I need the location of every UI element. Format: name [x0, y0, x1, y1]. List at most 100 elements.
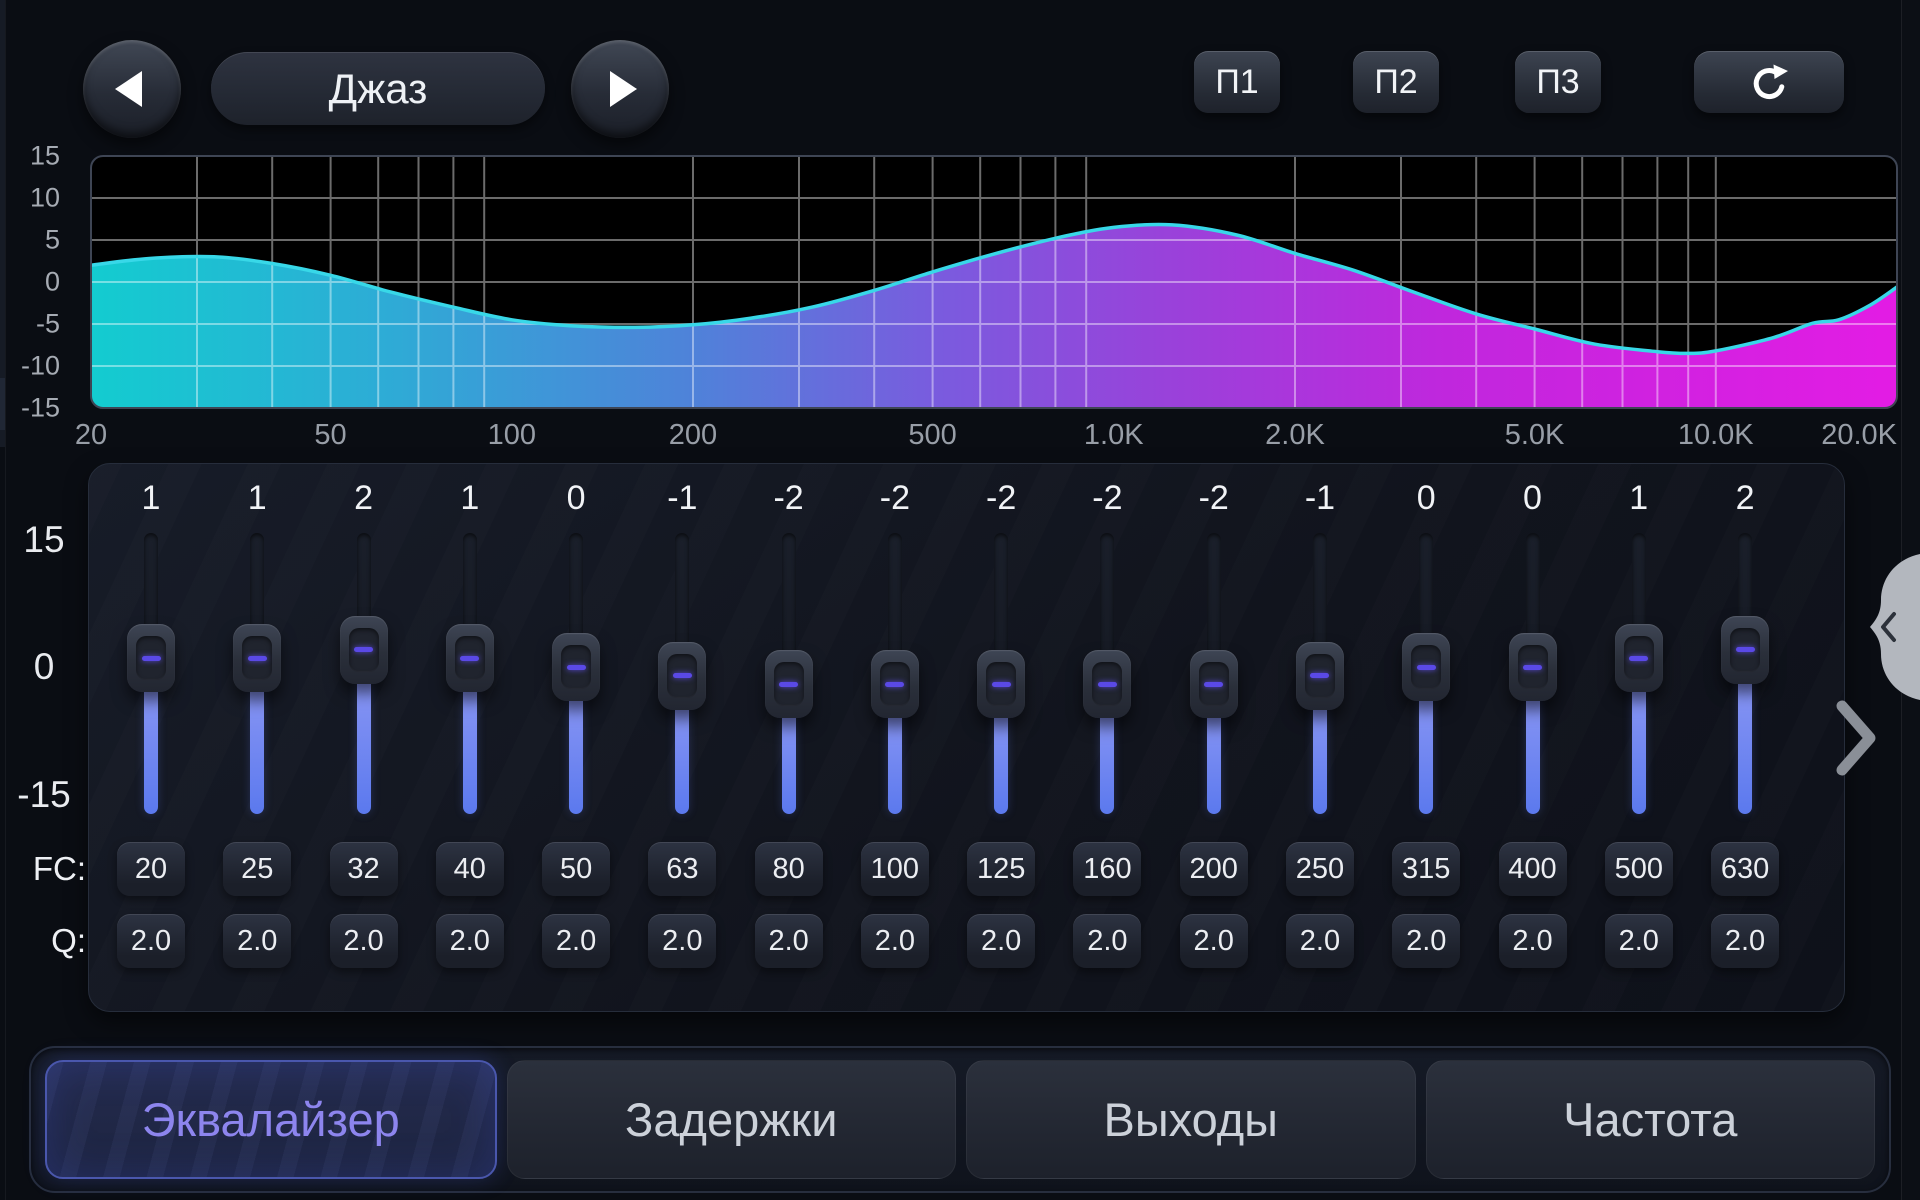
band-slider-thumb[interactable] — [1721, 616, 1769, 684]
band-slider-thumb[interactable] — [1615, 624, 1663, 692]
band-slider-thumb[interactable] — [1402, 633, 1450, 701]
slider-thumb-indicator-icon — [885, 682, 904, 687]
band-slider-thumb[interactable] — [1509, 633, 1557, 701]
band-q-button[interactable]: 2.0 — [648, 914, 716, 968]
band-q-button[interactable]: 2.0 — [967, 914, 1035, 968]
band-q-button[interactable]: 2.0 — [1605, 914, 1673, 968]
slider-thumb-indicator-icon — [779, 682, 798, 687]
band-slider-fill — [888, 706, 902, 814]
tab-frequency[interactable]: Частота — [1426, 1060, 1876, 1179]
band-slider-thumb[interactable] — [1083, 650, 1131, 718]
slider-thumb-face — [1518, 645, 1548, 689]
band-fc-button[interactable]: 315 — [1392, 842, 1460, 896]
y-tick-label: 0 — [0, 267, 60, 298]
tab-equalizer[interactable]: Эквалайзер — [45, 1060, 497, 1179]
band-slider-thumb[interactable] — [340, 616, 388, 684]
band-slider-thumb[interactable] — [658, 642, 706, 710]
eq-band-column: -2 100 2.0 — [842, 463, 948, 1012]
band-q-button[interactable]: 2.0 — [330, 914, 398, 968]
prev-preset-button[interactable] — [83, 40, 181, 138]
band-q-button[interactable]: 2.0 — [1073, 914, 1141, 968]
band-slider-thumb[interactable] — [233, 624, 281, 692]
band-slider-thumb[interactable] — [977, 650, 1025, 718]
band-fc-button[interactable]: 32 — [330, 842, 398, 896]
band-slider-thumb[interactable] — [446, 624, 494, 692]
band-fc-button[interactable]: 250 — [1286, 842, 1354, 896]
band-fc-button[interactable]: 500 — [1605, 842, 1673, 896]
eq-band-column: 0 50 2.0 — [523, 463, 629, 1012]
band-q-button[interactable]: 2.0 — [1180, 914, 1248, 968]
band-gain-value-label: -2 — [1161, 479, 1267, 518]
band-q-button[interactable]: 2.0 — [117, 914, 185, 968]
reset-button[interactable] — [1694, 51, 1844, 113]
eq-band-column: 1 40 2.0 — [417, 463, 523, 1012]
slider-axis-zero-label: 0 — [34, 646, 55, 688]
band-slider-thumb[interactable] — [765, 650, 813, 718]
band-slider-thumb[interactable] — [871, 650, 919, 718]
preset-memory-button-1[interactable]: П1 — [1194, 51, 1280, 113]
eq-band-column: -1 250 2.0 — [1267, 463, 1373, 1012]
band-fc-button[interactable]: 40 — [436, 842, 504, 896]
band-gain-value-label: -2 — [1054, 479, 1160, 518]
band-fc-button[interactable]: 125 — [967, 842, 1035, 896]
preset-memory-button-2[interactable]: П2 — [1353, 51, 1439, 113]
preset-memory-label: П2 — [1374, 63, 1417, 102]
band-q-button[interactable]: 2.0 — [223, 914, 291, 968]
band-q-button[interactable]: 2.0 — [1499, 914, 1567, 968]
side-panel-collapse-handle[interactable] — [1856, 552, 1920, 702]
eq-band-column: 1 20 2.0 — [98, 463, 204, 1012]
band-q-button[interactable]: 2.0 — [1392, 914, 1460, 968]
equalizer-screen: Джаз П1 П2 П3 151050-5-10-15 20501002005… — [0, 0, 1920, 1200]
band-fc-button[interactable]: 20 — [117, 842, 185, 896]
band-slider-thumb[interactable] — [1296, 642, 1344, 710]
band-fc-button[interactable]: 25 — [223, 842, 291, 896]
band-slider-thumb[interactable] — [552, 633, 600, 701]
slider-thumb-face — [986, 662, 1016, 706]
band-slider-fill — [1738, 672, 1752, 814]
next-page-chevron[interactable] — [1832, 696, 1880, 780]
band-fc-button[interactable]: 200 — [1180, 842, 1248, 896]
band-q-button[interactable]: 2.0 — [1286, 914, 1354, 968]
band-q-button[interactable]: 2.0 — [861, 914, 929, 968]
x-tick-label: 1.0K — [1084, 419, 1144, 452]
x-tick-label: 20 — [75, 419, 107, 452]
chart-x-axis: 20501002005001.0K2.0K5.0K10.0K20.0K — [90, 419, 1898, 455]
band-q-button[interactable]: 2.0 — [755, 914, 823, 968]
y-tick-label: 10 — [0, 183, 60, 214]
band-gain-value-label: -1 — [1267, 479, 1373, 518]
band-fc-button[interactable]: 160 — [1073, 842, 1141, 896]
band-slider-thumb[interactable] — [127, 624, 175, 692]
x-tick-label: 200 — [669, 419, 717, 452]
slider-thumb-indicator-icon — [673, 673, 692, 678]
band-q-button[interactable]: 2.0 — [1711, 914, 1779, 968]
y-tick-label: 15 — [0, 141, 60, 172]
preset-name-display[interactable]: Джаз — [211, 52, 545, 125]
slider-thumb-indicator-icon — [1523, 665, 1542, 670]
slider-thumb-indicator-icon — [1204, 682, 1223, 687]
band-gain-value-label: -2 — [736, 479, 842, 518]
preset-memory-button-3[interactable]: П3 — [1515, 51, 1601, 113]
band-q-button[interactable]: 2.0 — [542, 914, 610, 968]
arrow-right-icon — [610, 71, 637, 107]
band-gain-value-label: 2 — [1692, 479, 1798, 518]
next-preset-button[interactable] — [571, 40, 669, 138]
band-fc-button[interactable]: 50 — [542, 842, 610, 896]
tab-outputs[interactable]: Выходы — [966, 1060, 1416, 1179]
band-fc-button[interactable]: 400 — [1499, 842, 1567, 896]
band-fc-button[interactable]: 80 — [755, 842, 823, 896]
band-fc-button[interactable]: 100 — [861, 842, 929, 896]
preset-name-label: Джаз — [329, 65, 428, 113]
slider-thumb-face — [136, 636, 166, 680]
x-tick-label: 500 — [908, 419, 956, 452]
slider-thumb-face — [880, 662, 910, 706]
arrow-left-icon — [115, 71, 142, 107]
band-slider-thumb[interactable] — [1190, 650, 1238, 718]
tab-delays[interactable]: Задержки — [507, 1060, 957, 1179]
band-q-button[interactable]: 2.0 — [436, 914, 504, 968]
band-slider-fill — [994, 706, 1008, 814]
band-fc-button[interactable]: 63 — [648, 842, 716, 896]
y-tick-label: -15 — [0, 393, 60, 424]
band-fc-button[interactable]: 630 — [1711, 842, 1779, 896]
eq-band-column: 0 315 2.0 — [1373, 463, 1479, 1012]
x-tick-label: 2.0K — [1265, 419, 1325, 452]
